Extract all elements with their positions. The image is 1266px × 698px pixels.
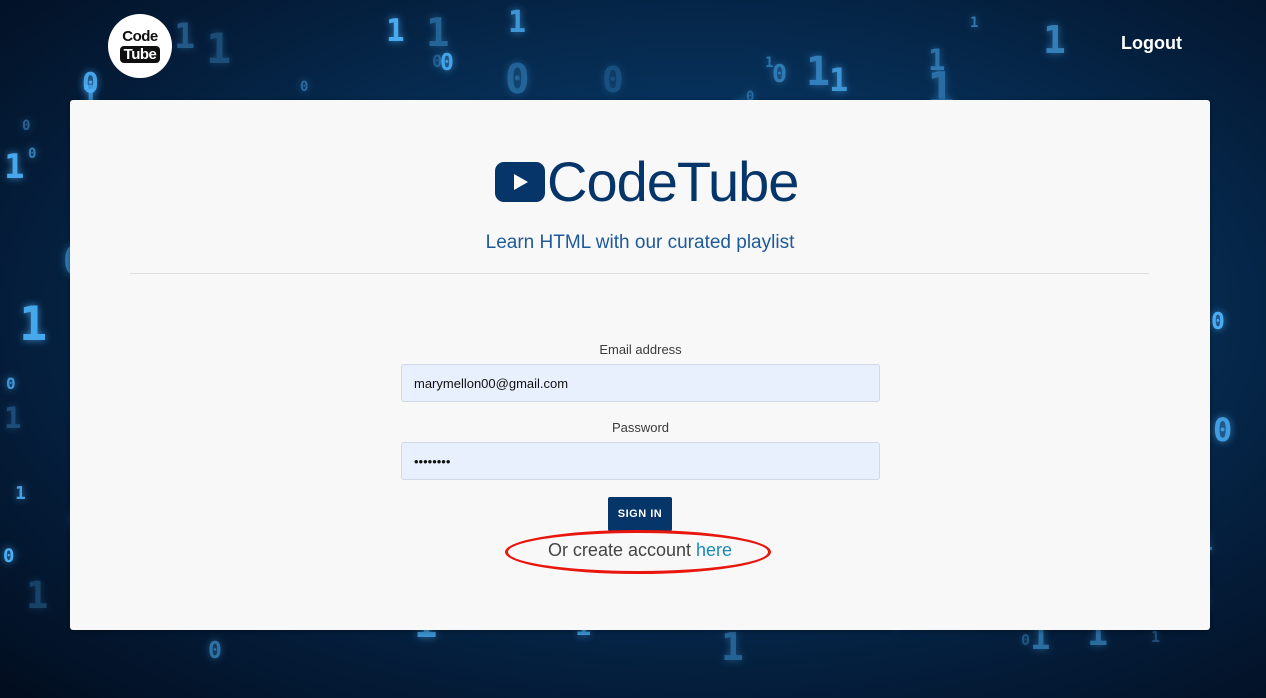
binary-digit: 1 — [721, 625, 744, 669]
binary-digit: 0 — [1213, 411, 1233, 449]
binary-digit: 1 — [508, 5, 527, 40]
binary-digit: 1 — [970, 15, 979, 31]
binary-digit: 1 — [4, 147, 25, 187]
binary-digit: 0 — [82, 66, 99, 99]
binary-digit: 0 — [3, 545, 15, 567]
binary-digit: 0 — [772, 59, 788, 88]
create-account-prefix: Or create account — [547, 540, 697, 560]
divider — [130, 273, 1149, 274]
logo-text-top: Code — [122, 28, 158, 45]
binary-digit: 1 — [1043, 18, 1066, 62]
binary-digit: 0 — [28, 146, 37, 162]
binary-digit: 1 — [829, 61, 849, 99]
brand-logo: CodeTube — [495, 150, 799, 213]
site-logo[interactable]: Code Tube — [108, 14, 172, 78]
binary-digit: 1 — [1151, 628, 1161, 646]
binary-digit: 1 — [19, 297, 48, 352]
binary-digit: 1 — [206, 24, 232, 73]
binary-digit: 0 — [1021, 631, 1031, 649]
create-account-link[interactable]: here — [696, 540, 732, 560]
logo-text-bottom: Tube — [119, 46, 161, 63]
logout-link[interactable]: Logout — [1121, 33, 1182, 54]
password-input[interactable] — [401, 442, 880, 480]
binary-digit: 1 — [15, 483, 26, 504]
tagline: Learn HTML with our curated playlist — [485, 232, 795, 253]
create-account-text: Or create account here — [70, 540, 1210, 561]
binary-digit: 1 — [426, 11, 450, 56]
sign-in-button[interactable]: SIGN IN — [608, 497, 672, 531]
binary-digit: 1 — [806, 49, 831, 95]
login-card: CodeTube Learn HTML with our curated pla… — [70, 100, 1210, 630]
play-icon — [495, 162, 545, 202]
binary-digit: 0 — [1211, 309, 1225, 335]
binary-digit: 1 — [26, 574, 49, 617]
binary-digit: 0 — [300, 79, 309, 95]
binary-digit: 0 — [208, 638, 222, 664]
email-input[interactable] — [401, 364, 880, 402]
binary-digit: 1 — [174, 17, 196, 57]
password-label: Password — [611, 420, 670, 435]
binary-digit: 1 — [386, 13, 405, 49]
email-label: Email address — [599, 342, 682, 357]
binary-digit: 0 — [22, 118, 31, 134]
binary-digit: 0 — [505, 55, 530, 103]
binary-digit: 1 — [4, 401, 22, 435]
binary-digit: 0 — [602, 60, 624, 101]
brand-name: CodeTube — [547, 150, 799, 213]
binary-digit: 0 — [6, 374, 16, 393]
